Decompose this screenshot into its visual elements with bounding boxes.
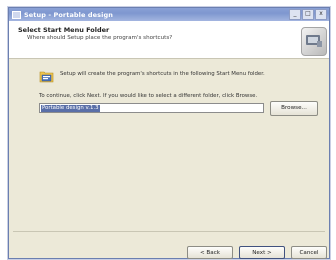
page-subtitle: Where should Setup place the program's s… [27,35,173,41]
window-controls: _ □ x [288,9,327,20]
page-title: Select Start Menu Folder [18,26,110,34]
start-menu-folder-icon [39,68,54,83]
next-button[interactable]: Next > [239,246,285,259]
maximize-button[interactable]: □ [302,9,314,20]
back-button[interactable]: < Back [187,246,233,259]
close-button[interactable]: x [315,9,327,20]
installer-logo-icon [301,27,327,56]
title-bar[interactable]: Setup - Portable design _ □ x [9,8,329,21]
instruction-text: To continue, click Next. If you would li… [39,93,258,99]
folder-input-value: Portable design v.1.3 [41,105,100,112]
app-icon [12,10,21,19]
minimize-button[interactable]: _ [289,9,301,20]
setup-window: Setup - Portable design _ □ x Select Sta… [8,7,330,259]
wizard-body: Setup will create the program's shortcut… [9,59,329,259]
start-menu-folder-input[interactable]: Portable design v.1.3 [39,103,264,113]
description-text: Setup will create the program's shortcut… [60,71,265,77]
window-title: Setup - Portable design [24,10,113,19]
browse-button[interactable]: Browse... [270,101,318,116]
cancel-button[interactable]: Cancel [291,246,327,259]
footer-divider [13,231,325,232]
wizard-header: Select Start Menu Folder Where should Se… [9,21,329,59]
